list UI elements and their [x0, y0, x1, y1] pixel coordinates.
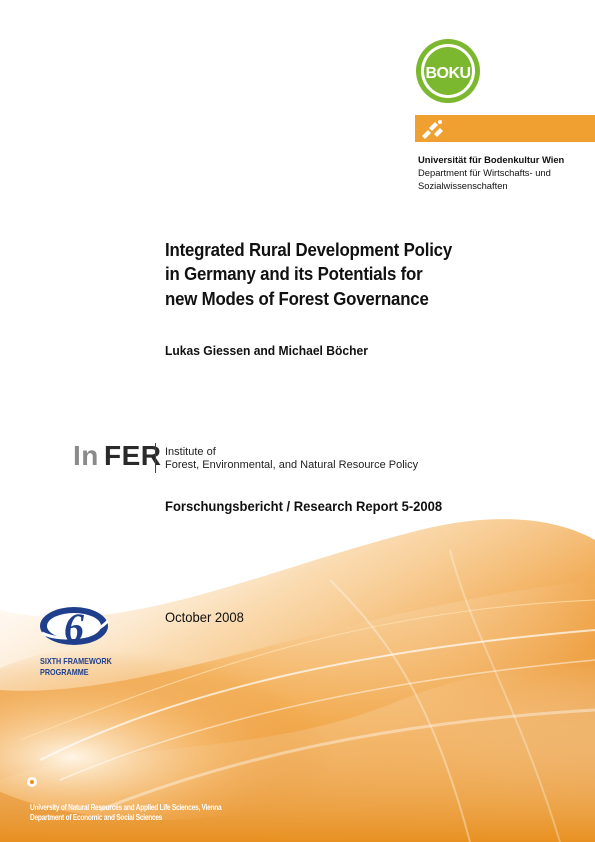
footer-department: Department of Economic and Social Scienc… [30, 813, 163, 822]
orange-background-artwork [0, 490, 595, 842]
authors: Lukas Giessen and Michael Böcher [165, 343, 368, 358]
footer-university: University of Natural Resources and Appl… [30, 803, 222, 812]
fp6-line-2: PROGRAMME [40, 667, 89, 677]
boku-leaf-icon [422, 120, 443, 139]
department-line-2: Sozialwissenschaften [418, 180, 508, 191]
svg-text:BOKU: BOKU [425, 65, 470, 82]
fp6-number: 6 [64, 605, 84, 650]
infer-divider [155, 443, 156, 473]
title-line-3: new Modes of Forest Governance [165, 288, 429, 309]
title-line-1: Integrated Rural Development Policy [165, 239, 453, 260]
title-line-2: in Germany and its Potentials for [165, 263, 423, 284]
infer-line-1: Institute of [165, 446, 216, 458]
boku-logo: BOKU [416, 39, 480, 103]
publication-date: October 2008 [165, 609, 244, 625]
department-line-1: Department für Wirtschafts- und [418, 167, 551, 178]
infer-logo-suffix: FER [104, 440, 162, 471]
infer-line-2: Forest, Environmental, and Natural Resou… [165, 459, 419, 471]
infer-logo-prefix: In [73, 440, 99, 471]
report-number: Forschungsbericht / Research Report 5-20… [165, 498, 443, 514]
university-name: Universität für Bodenkultur Wien [418, 154, 565, 165]
fp6-line-1: SIXTH FRAMEWORK [40, 656, 112, 666]
fp6-logo: 6 [40, 605, 110, 650]
